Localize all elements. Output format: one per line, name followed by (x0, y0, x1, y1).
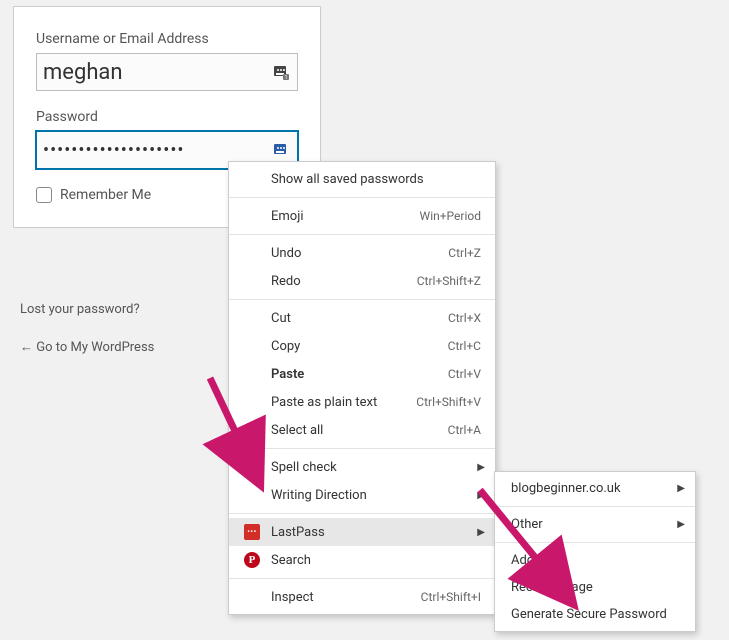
chevron-right-icon: ▶ (477, 527, 485, 538)
chevron-right-icon: ▶ (477, 490, 485, 501)
menu-emoji[interactable]: Emoji Win+Period (229, 202, 495, 230)
menu-show-saved-passwords[interactable]: Show all saved passwords (229, 165, 495, 193)
menu-separator (229, 578, 495, 579)
menu-search[interactable]: P Search (229, 546, 495, 574)
menu-separator (229, 299, 495, 300)
lastpass-field-icon[interactable]: 1 (272, 63, 290, 81)
chevron-right-icon: ▶ (677, 519, 685, 530)
menu-lastpass[interactable]: LastPass ▶ (229, 518, 495, 546)
remember-checkbox[interactable] (36, 187, 52, 203)
menu-cut[interactable]: Cut Ctrl+X (229, 304, 495, 332)
menu-paste[interactable]: Paste Ctrl+V (229, 360, 495, 388)
svg-text:1: 1 (285, 75, 288, 81)
menu-separator (229, 513, 495, 514)
menu-separator (229, 197, 495, 198)
menu-separator (495, 542, 695, 543)
menu-separator (229, 234, 495, 235)
menu-paste-plain[interactable]: Paste as plain text Ctrl+Shift+V (229, 388, 495, 416)
pinterest-icon: P (243, 551, 261, 569)
lastpass-field-icon[interactable] (272, 141, 290, 159)
submenu-other[interactable]: Other ▶ (495, 511, 695, 538)
submenu-recheck-page[interactable]: Recheck Page (495, 574, 695, 601)
lastpass-icon (243, 523, 261, 541)
below-links: Lost your password? ← Go to My WordPress (20, 302, 154, 377)
password-label: Password (36, 109, 298, 125)
submenu-generate-password[interactable]: Generate Secure Password (495, 601, 695, 628)
lastpass-submenu: blogbeginner.co.uk ▶ Other ▶ Add Item Re… (494, 471, 696, 632)
username-input[interactable] (36, 53, 298, 91)
menu-copy[interactable]: Copy Ctrl+C (229, 332, 495, 360)
menu-inspect[interactable]: Inspect Ctrl+Shift+I (229, 583, 495, 611)
submenu-add-item[interactable]: Add Item (495, 547, 695, 574)
chevron-right-icon: ▶ (677, 483, 685, 494)
menu-select-all[interactable]: Select all Ctrl+A (229, 416, 495, 444)
menu-undo[interactable]: Undo Ctrl+Z (229, 239, 495, 267)
menu-separator (495, 506, 695, 507)
menu-spell-check[interactable]: Spell check ▶ (229, 453, 495, 481)
remember-label: Remember Me (60, 187, 151, 203)
submenu-site[interactable]: blogbeginner.co.uk ▶ (495, 475, 695, 502)
menu-redo[interactable]: Redo Ctrl+Shift+Z (229, 267, 495, 295)
lost-password-link[interactable]: Lost your password? (20, 302, 154, 317)
username-input-wrap: 1 (36, 53, 298, 91)
username-label: Username or Email Address (36, 31, 298, 47)
back-to-site-link[interactable]: ← Go to My WordPress (20, 339, 154, 355)
context-menu: Show all saved passwords Emoji Win+Perio… (228, 161, 496, 615)
chevron-right-icon: ▶ (477, 462, 485, 473)
menu-separator (229, 448, 495, 449)
menu-writing-direction[interactable]: Writing Direction ▶ (229, 481, 495, 509)
